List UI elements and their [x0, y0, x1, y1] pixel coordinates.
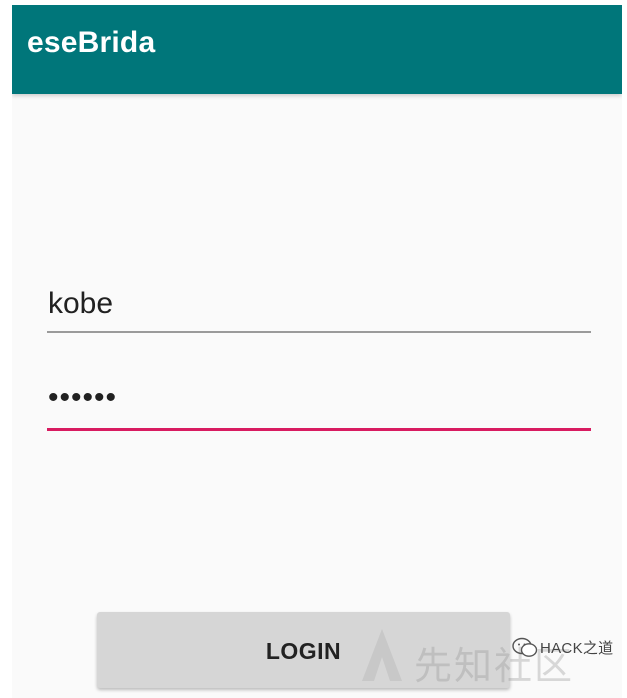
login-button[interactable]: LOGIN — [97, 612, 510, 688]
username-underline — [47, 331, 591, 333]
password-value: •••••• — [48, 381, 118, 414]
app-screen: eseBrida kobe •••••• LOGIN — [12, 5, 622, 698]
login-button-label: LOGIN — [265, 637, 342, 664]
username-field[interactable]: kobe — [47, 287, 591, 333]
username-value: kobe — [48, 287, 114, 320]
app-bar: eseBrida — [12, 5, 622, 94]
password-field[interactable]: •••••• — [47, 381, 591, 431]
app-title: eseBrida — [27, 26, 156, 59]
password-underline — [47, 428, 591, 431]
